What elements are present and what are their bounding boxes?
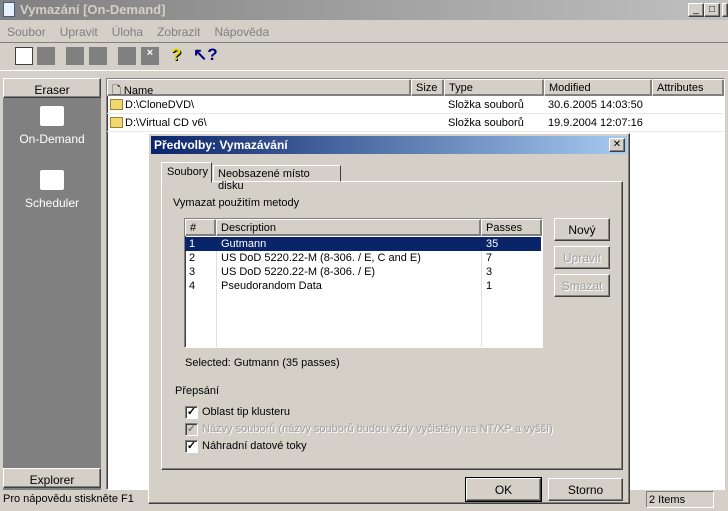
- ok-button[interactable]: OK: [465, 477, 542, 502]
- method-row[interactable]: 4 Pseudorandom Data 1: [185, 279, 541, 293]
- report-icon[interactable]: [66, 47, 84, 65]
- new-method-button[interactable]: Nový: [554, 218, 610, 241]
- row-type: Složka souborů: [448, 117, 524, 129]
- tab-unused-space[interactable]: Neobsazené místo disku: [213, 165, 341, 192]
- method-row[interactable]: 3 US DoD 5220.22-M (8-306. / E) 3: [185, 265, 541, 279]
- window-title: Vymazání [On-Demand]: [20, 2, 166, 17]
- column-name[interactable]: 🗋 Name: [107, 79, 411, 97]
- help-icon[interactable]: ?: [171, 45, 181, 65]
- column-description[interactable]: Description: [216, 219, 481, 236]
- tab-soubory[interactable]: Soubory: [161, 162, 212, 183]
- methods-table: # Description Passes 1 Gutmann 35 2 US DoD …: [184, 218, 543, 348]
- sidebar-item-scheduler[interactable]: Scheduler: [3, 170, 101, 210]
- column-size[interactable]: Size: [411, 79, 444, 96]
- sidebar-item-on-demand[interactable]: On-Demand: [3, 106, 101, 146]
- menu-zobrazit[interactable]: Zobrazit: [157, 25, 200, 39]
- row-modified: 19.9.2004 12:07:16: [548, 117, 643, 129]
- status-hint: Pro nápovědu stiskněte F1: [3, 493, 134, 505]
- sidebar-footer-explorer[interactable]: Explorer: [3, 468, 101, 488]
- delete-method-button[interactable]: Smazat: [554, 274, 610, 297]
- context-help-icon[interactable]: ↖?: [193, 45, 218, 65]
- cancel-button[interactable]: Storno: [548, 478, 623, 501]
- menu-soubor[interactable]: Soubor: [7, 25, 46, 39]
- selected-method-text: Selected: Gutmann (35 passes): [185, 357, 340, 369]
- sidebar-item-label: On-Demand: [19, 132, 85, 146]
- row-name: D:\CloneDVD\: [125, 99, 195, 111]
- preferences-dialog: Předvolby: Vymazávání ✕ Soubory Neobsaze…: [148, 133, 630, 504]
- app-icon: [3, 2, 15, 17]
- sidebar-item-label: Scheduler: [24, 196, 80, 210]
- menu-uloha[interactable]: Úloha: [112, 25, 143, 39]
- list-header: 🗋 Name Size Type Modified Attributes: [107, 79, 724, 97]
- checkbox-icon: ✓: [185, 423, 198, 436]
- new-task-icon[interactable]: [15, 47, 33, 65]
- column-number[interactable]: #: [185, 219, 216, 236]
- checkbox-icon: ✓: [185, 406, 198, 419]
- status-count: 2 Items: [646, 491, 714, 508]
- edit-method-button[interactable]: Upravit: [554, 246, 610, 269]
- checkbox-icon: ✓: [185, 440, 198, 453]
- dialog-close-button[interactable]: ✕: [609, 138, 625, 152]
- column-type[interactable]: Type: [444, 79, 544, 96]
- dialog-title: Předvolby: Vymazávání: [151, 136, 627, 154]
- overwrite-label: Přepsání: [175, 385, 220, 397]
- column-attributes[interactable]: Attributes: [652, 79, 724, 96]
- maximize-button[interactable]: □: [704, 3, 720, 17]
- row-modified: 30.6.2005 14:03:50: [548, 99, 643, 111]
- folder-icon: [110, 117, 123, 128]
- clock-sheep-icon: [40, 170, 64, 190]
- sidebar: Eraser On-Demand Scheduler Explorer: [3, 78, 101, 490]
- sidebar-header-eraser[interactable]: Eraser: [3, 78, 101, 98]
- sheep-icon: [40, 106, 64, 126]
- list-row[interactable]: D:\Virtual CD v6\ Složka souborů 19.9.20…: [107, 114, 724, 132]
- title-bar: Vymazání [On-Demand]: [0, 0, 728, 20]
- method-row-selected[interactable]: 1 Gutmann 35: [185, 237, 541, 251]
- column-modified[interactable]: Modified: [544, 79, 652, 96]
- run-icon[interactable]: [89, 47, 107, 65]
- delete-icon[interactable]: ×: [141, 47, 159, 65]
- method-label: Vymazat použitím metody: [173, 197, 300, 209]
- edit-icon[interactable]: [118, 47, 136, 65]
- column-passes[interactable]: Passes: [481, 219, 542, 236]
- minimize-button[interactable]: _: [688, 3, 704, 17]
- menu-napoveda[interactable]: Nápověda: [214, 25, 269, 39]
- list-row[interactable]: D:\CloneDVD\ Složka souborů 30.6.2005 14…: [107, 96, 724, 114]
- row-name: D:\Virtual CD v6\: [125, 117, 207, 129]
- properties-icon[interactable]: [37, 47, 55, 65]
- row-type: Složka souborů: [448, 99, 524, 111]
- method-row[interactable]: 2 US DoD 5220.22-M (8-306. / E, C and E) 7: [185, 251, 541, 265]
- folder-icon: [110, 99, 123, 110]
- close-button[interactable]: [722, 3, 728, 17]
- menu-bar: Soubor Upravit Úloha Zobrazit Nápověda: [7, 25, 283, 39]
- menu-upravit[interactable]: Upravit: [60, 25, 98, 39]
